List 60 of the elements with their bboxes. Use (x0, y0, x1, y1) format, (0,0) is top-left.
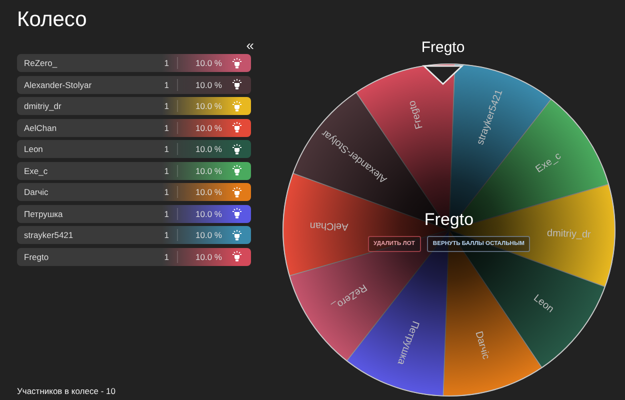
participant-count: 1 (157, 250, 178, 262)
participant-name: Exe_c (24, 166, 49, 176)
participant-count: 1 (157, 57, 178, 69)
segment-label: AelChan (310, 220, 348, 232)
lightbulb-icon (232, 186, 242, 198)
participant-percent: 10.0 % (194, 101, 222, 111)
lightbulb-icon (232, 79, 242, 90)
participant-name: ReZero_ (24, 58, 58, 68)
participant-row[interactable]: Leon 1 10.0 % (17, 140, 251, 158)
participant-row[interactable]: AelChan 1 10.0 % (17, 118, 251, 136)
participant-row[interactable]: Darчic 1 10.0 % (17, 183, 251, 201)
participant-count: 1 (157, 186, 178, 198)
lightbulb-icon (232, 122, 242, 133)
participant-count: 1 (157, 100, 178, 112)
lightbulb-icon (232, 208, 242, 219)
participant-row[interactable]: Fregto 1 10.0 % (17, 248, 251, 266)
participant-percent: 10.0 % (194, 252, 222, 262)
winner-label: Fregto (424, 210, 474, 230)
participant-row[interactable]: Exe_c 1 10.0 % (17, 162, 251, 180)
participant-count: 1 (157, 143, 178, 155)
lightbulb-icon (232, 165, 242, 176)
participant-count: 1 (157, 78, 178, 90)
participant-percent: 10.0 % (194, 80, 222, 90)
pointer-icon (422, 65, 464, 86)
winner-title: Fregto (420, 39, 466, 58)
participant-name: strayker5421 (24, 230, 74, 240)
participant-count: 1 (157, 164, 178, 176)
participant-row[interactable]: ReZero_ 1 10.0 % (17, 54, 251, 72)
participant-name: AelChan (24, 122, 58, 132)
participant-percent: 10.0 % (194, 230, 222, 240)
participant-row[interactable]: Петрушка 1 10.0 % (17, 204, 251, 222)
participant-row[interactable]: dmitriy_dr 1 10.0 % (17, 97, 251, 115)
participant-row[interactable]: Alexander-Stolyar 1 10.0 % (17, 76, 251, 94)
participant-name: Fregto (24, 252, 50, 262)
participant-percent: 10.0 % (194, 58, 222, 68)
participant-percent: 10.0 % (194, 122, 222, 132)
participant-count: 1 (157, 122, 178, 134)
collapse-button[interactable]: « (246, 36, 254, 53)
segment-label: Fregto (406, 99, 426, 130)
participant-percent: 10.0 % (194, 166, 222, 176)
lightbulb-icon (232, 230, 242, 240)
participant-name: dmitriy_dr (24, 101, 62, 111)
lightbulb-icon (232, 58, 242, 68)
segment-label: Darчic (472, 330, 492, 361)
participant-count: 1 (157, 208, 178, 220)
lightbulb-icon (232, 144, 242, 154)
participant-name: Alexander-Stolyar (24, 80, 93, 90)
participant-percent: 10.0 % (194, 187, 222, 197)
participant-row[interactable]: strayker5421 1 10.0 % (17, 226, 251, 244)
participant-name: Darчic (24, 187, 50, 197)
participant-name: Петрушка (24, 208, 64, 218)
lightbulb-icon (232, 251, 242, 262)
participant-count: 1 (157, 229, 178, 241)
participants-count: Участников в колесе - 10 (17, 386, 116, 396)
participant-percent: 10.0 % (194, 144, 222, 154)
page-title: Колесо (17, 8, 88, 33)
segment-label: dmitriy_dr (546, 228, 592, 241)
lightbulb-icon (232, 100, 242, 112)
participant-name: Leon (24, 144, 44, 154)
participant-percent: 10.0 % (194, 208, 222, 218)
